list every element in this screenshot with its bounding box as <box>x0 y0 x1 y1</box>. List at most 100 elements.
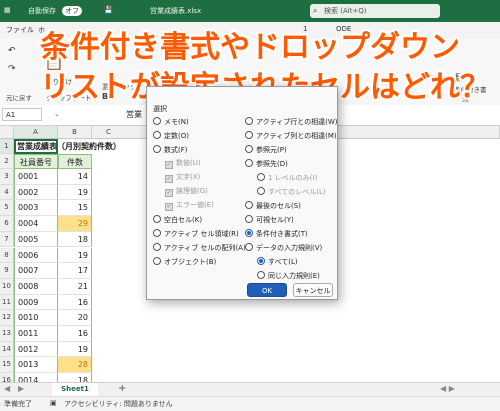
radio-icon[interactable] <box>245 201 253 209</box>
dialog-checkbox-option[interactable]: ✓ 数値(U) <box>165 159 201 169</box>
search-input[interactable]: 検索 (Alt+Q) <box>324 7 367 15</box>
count-cell[interactable]: 18 <box>58 231 92 248</box>
select-all-corner[interactable] <box>0 126 14 139</box>
dialog-radio-option[interactable]: すべて(L) <box>257 257 298 267</box>
save-icon[interactable]: 💾 <box>104 6 113 14</box>
checkbox-icon[interactable]: ✓ <box>165 161 173 169</box>
dialog-radio-option[interactable]: アクティブ列との相違(M) <box>245 131 337 141</box>
checkbox-icon[interactable]: ✓ <box>165 189 173 197</box>
tab-file[interactable]: ファイル <box>6 25 34 35</box>
count-cell[interactable]: 19 <box>58 341 92 358</box>
count-cell[interactable]: 17 <box>58 263 92 279</box>
count-cell[interactable]: 20 <box>58 310 92 326</box>
dialog-radio-option[interactable]: アクティブ セル領域(R) <box>153 229 239 239</box>
radio-icon[interactable] <box>153 229 161 237</box>
row-header[interactable]: 3 <box>0 169 14 185</box>
row-header[interactable]: 6 <box>0 216 14 232</box>
employee-id-cell[interactable]: 0003 <box>14 200 58 217</box>
employee-id-cell[interactable]: 0005 <box>14 231 58 248</box>
dialog-radio-option[interactable]: 同じ入力規則(E) <box>257 271 320 281</box>
redo-icon[interactable]: ↷ <box>8 64 16 74</box>
row-header[interactable]: 10 <box>0 278 14 295</box>
dialog-radio-option[interactable]: 定数(O) <box>153 131 189 141</box>
count-cell[interactable]: 21 <box>58 278 92 295</box>
radio-icon[interactable] <box>245 117 253 125</box>
radio-icon[interactable] <box>153 117 161 125</box>
radio-icon[interactable] <box>153 145 161 153</box>
macro-record-icon[interactable]: ▣ <box>50 399 57 407</box>
count-cell[interactable]: 19 <box>58 247 92 264</box>
dialog-radio-option[interactable]: 1 レベルのみ(I) <box>257 173 317 183</box>
formula-content[interactable]: 営業 <box>126 109 142 120</box>
row-header[interactable]: 1 <box>0 139 14 154</box>
hscroll-icon[interactable]: ◀ ▶ <box>440 384 455 393</box>
header-cell[interactable]: 件数 <box>58 154 92 169</box>
dialog-radio-option[interactable]: アクティブ セルの配列(A) <box>153 243 246 253</box>
radio-icon[interactable] <box>245 229 253 237</box>
row-header[interactable]: 11 <box>0 294 14 311</box>
radio-icon[interactable] <box>245 131 253 139</box>
dialog-radio-option[interactable]: すべてのレベル(L) <box>257 187 326 197</box>
radio-icon[interactable] <box>153 215 161 223</box>
dialog-radio-option[interactable]: 数式(F) <box>153 145 188 155</box>
ok-button[interactable]: OK <box>247 283 287 297</box>
count-cell[interactable]: 28 <box>58 357 92 374</box>
dialog-radio-option[interactable]: オブジェクト(B) <box>153 257 216 267</box>
chevron-down-icon[interactable]: ⌄ <box>54 110 60 118</box>
row-header[interactable]: 7 <box>0 231 14 248</box>
row-header[interactable]: 12 <box>0 310 14 326</box>
dialog-radio-option[interactable]: 空白セル(K) <box>153 215 202 225</box>
header-cell[interactable]: 社員番号 <box>14 154 58 169</box>
column-header-b[interactable]: B <box>58 126 92 139</box>
row-header[interactable]: 13 <box>0 326 14 342</box>
row-header[interactable]: 14 <box>0 341 14 358</box>
row-header[interactable]: 8 <box>0 247 14 264</box>
employee-id-cell[interactable]: 0009 <box>14 294 58 311</box>
radio-icon[interactable] <box>257 187 265 195</box>
autosave-toggle[interactable]: オフ <box>62 6 82 16</box>
employee-id-cell[interactable]: 0001 <box>14 169 58 185</box>
dialog-radio-option[interactable]: メモ(N) <box>153 117 189 127</box>
dialog-checkbox-option[interactable]: ✓ 論理値(G) <box>165 187 208 197</box>
count-cell[interactable]: 16 <box>58 326 92 342</box>
radio-icon[interactable] <box>153 257 161 265</box>
column-header-a[interactable]: A <box>14 126 58 139</box>
dialog-radio-option[interactable]: アクティブ行との相違(W) <box>245 117 338 127</box>
employee-id-cell[interactable]: 0013 <box>14 357 58 374</box>
radio-icon[interactable] <box>245 159 253 167</box>
row-header[interactable]: 4 <box>0 184 14 201</box>
checkbox-icon[interactable]: ✓ <box>165 175 173 183</box>
row-header[interactable]: 2 <box>0 154 14 169</box>
dialog-radio-option[interactable]: 最後のセル(S) <box>245 201 301 211</box>
undo-icon[interactable]: ↶ <box>8 46 16 56</box>
tab-scroll-right-icon[interactable]: ▶ <box>18 384 24 393</box>
cancel-button[interactable]: キャンセル <box>293 283 333 297</box>
radio-icon[interactable] <box>245 145 253 153</box>
row-header[interactable]: 9 <box>0 263 14 279</box>
row-header[interactable]: 15 <box>0 357 14 374</box>
count-cell[interactable]: 15 <box>58 200 92 217</box>
radio-icon[interactable] <box>257 173 265 181</box>
tab-scroll-left-icon[interactable]: ◀ <box>4 384 10 393</box>
employee-id-cell[interactable]: 0011 <box>14 326 58 342</box>
count-cell[interactable]: 16 <box>58 294 92 311</box>
dialog-checkbox-option[interactable]: ✓ エラー値(E) <box>165 201 214 211</box>
search-box[interactable]: ⌕ 検索 (Alt+Q) <box>310 4 440 18</box>
dialog-checkbox-option[interactable]: ✓ 文字(X) <box>165 173 200 183</box>
radio-icon[interactable] <box>153 131 161 139</box>
radio-icon[interactable] <box>153 243 161 251</box>
count-cell[interactable]: 29 <box>58 216 92 232</box>
row-header[interactable]: 5 <box>0 200 14 217</box>
count-cell[interactable]: 19 <box>58 184 92 201</box>
count-cell[interactable]: 14 <box>58 169 92 185</box>
employee-id-cell[interactable]: 0002 <box>14 184 58 201</box>
dialog-radio-option[interactable]: 条件付き書式(T) <box>245 229 308 239</box>
dialog-radio-option[interactable]: 参照先(D) <box>245 159 288 169</box>
radio-icon[interactable] <box>245 243 253 251</box>
employee-id-cell[interactable]: 0006 <box>14 247 58 264</box>
dialog-radio-option[interactable]: 参照元(P) <box>245 145 287 155</box>
employee-id-cell[interactable]: 0007 <box>14 263 58 279</box>
dialog-radio-option[interactable]: 可視セル(Y) <box>245 215 294 225</box>
employee-id-cell[interactable]: 0008 <box>14 278 58 295</box>
employee-id-cell[interactable]: 0012 <box>14 341 58 358</box>
